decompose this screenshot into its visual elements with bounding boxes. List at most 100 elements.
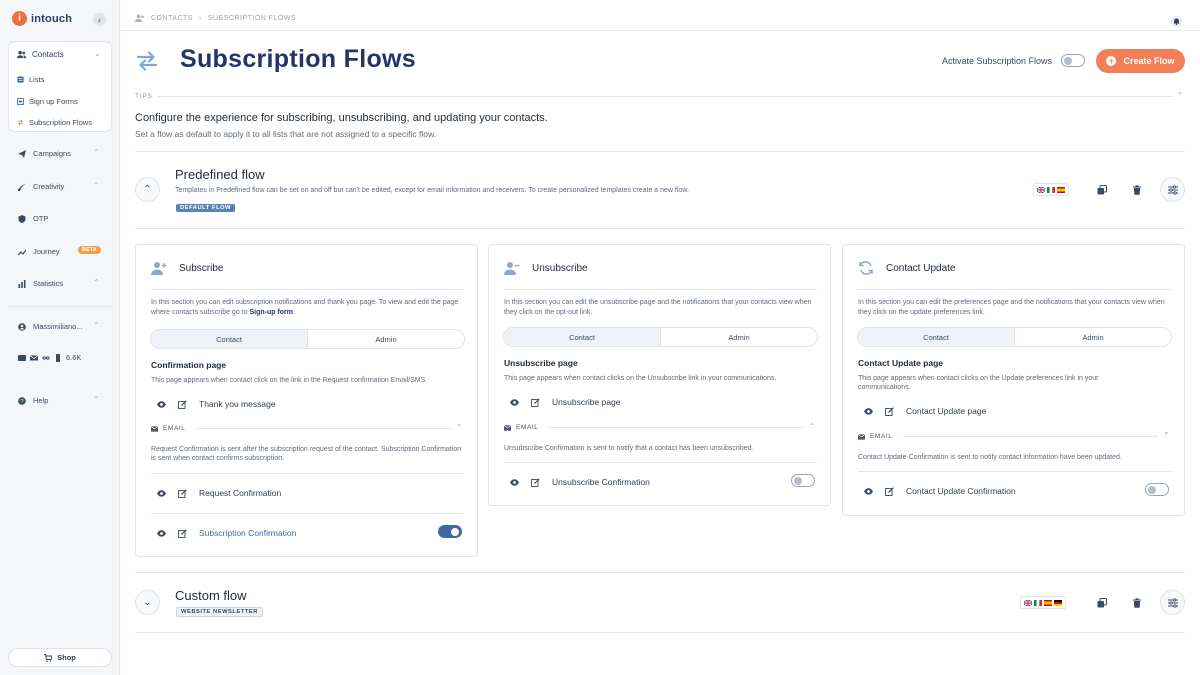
tips-divider	[158, 96, 1173, 97]
tab-contact[interactable]: Contact	[151, 330, 308, 348]
chevron-up-icon[interactable]: ⌃	[1177, 91, 1184, 100]
sidebar-item-credits[interactable]: 6.6K	[18, 353, 81, 362]
logo-icon: i	[12, 11, 27, 26]
sliders-icon	[1167, 597, 1178, 608]
eye-icon[interactable]	[864, 487, 873, 496]
trash-icon[interactable]	[1132, 598, 1142, 608]
sidebar-item-label: Journey	[33, 247, 60, 256]
sidebar-item-contacts[interactable]: Contacts	[17, 50, 64, 59]
custom-flow-title: Custom flow	[175, 588, 247, 603]
chevron-up-icon[interactable]: ⌃	[809, 422, 816, 431]
tab-contact[interactable]: Contact	[504, 328, 661, 346]
sidebar-item-statistics[interactable]: Statistics	[18, 279, 63, 288]
chevron-down-icon: ⌄	[143, 597, 152, 608]
edit-icon[interactable]	[531, 477, 540, 487]
infinity-icon	[42, 355, 50, 360]
eye-icon[interactable]	[510, 398, 519, 407]
chevron-up-icon[interactable]: ⌃	[1163, 431, 1170, 440]
flag-it-icon	[1034, 599, 1042, 606]
language-flags[interactable]	[1033, 183, 1069, 196]
sidebar-item-account[interactable]: Massimiliano...	[18, 322, 83, 331]
tips-label: TIPS	[135, 93, 153, 100]
chevron-up-icon[interactable]: ⌃	[93, 395, 100, 404]
sidebar-item-label: Campaigns	[33, 149, 71, 158]
collapse-flow-button[interactable]: ⌃	[135, 177, 160, 202]
contact-update-page-title: Contact Update page	[858, 358, 944, 368]
unsubscribe-confirmation-toggle[interactable]	[791, 474, 815, 487]
subscription-confirmation-toggle[interactable]	[438, 525, 462, 538]
audience-tabs: Contact Admin	[503, 327, 818, 347]
form-icon	[17, 98, 24, 105]
sidebar-subitem-lists[interactable]: Lists	[17, 75, 44, 84]
tab-contact[interactable]: Contact	[858, 328, 1015, 346]
eye-icon[interactable]	[510, 478, 519, 487]
item-label: Request Confirmation	[199, 488, 282, 498]
list-badge: WEBSITE NEWSLETTER	[176, 607, 263, 617]
logo[interactable]: i intouch	[12, 11, 72, 26]
eye-icon[interactable]	[157, 529, 166, 538]
chevron-up-icon[interactable]: ⌃	[93, 321, 100, 330]
eye-icon[interactable]	[157, 489, 166, 498]
eye-icon[interactable]	[864, 407, 873, 416]
language-flags[interactable]	[1020, 596, 1066, 609]
signup-form-link[interactable]: Sign-up form	[249, 309, 293, 316]
email-label-text: EMAIL	[516, 424, 539, 431]
card-description: In this section you can edit subscriptio…	[151, 298, 466, 318]
phone-icon	[56, 353, 60, 362]
subscribe-card: Subscribe In this section you can edit s…	[135, 244, 478, 557]
toggle-knob	[451, 528, 459, 536]
confirmation-page-description: This page appears when contact click on …	[151, 377, 428, 384]
edit-icon[interactable]	[178, 399, 187, 409]
chevron-up-icon[interactable]: ⌃	[456, 423, 463, 432]
toggle-knob	[794, 477, 802, 485]
chevron-down-icon[interactable]: ⌄	[94, 49, 101, 58]
flag-es-icon	[1057, 186, 1065, 193]
tab-admin[interactable]: Admin	[1015, 328, 1171, 346]
card-divider	[504, 289, 817, 290]
item-label: Subscription Confirmation	[199, 528, 297, 538]
sidebar-item-otp[interactable]: OTP	[18, 214, 48, 223]
flow-settings-button[interactable]	[1160, 590, 1185, 615]
card-title: Subscribe	[179, 263, 224, 274]
edit-icon[interactable]	[178, 528, 187, 538]
collapse-sidebar-button[interactable]: ‹	[93, 13, 106, 26]
edit-icon[interactable]	[531, 397, 540, 407]
tab-admin[interactable]: Admin	[661, 328, 817, 346]
email-section-label: EMAIL	[858, 433, 893, 440]
unsubscribe-card: Unsubscribe In this section you can edit…	[488, 244, 831, 506]
contact-update-page-description: This page appears when contact clicks on…	[858, 375, 1099, 391]
trash-icon[interactable]	[1132, 185, 1142, 195]
chevron-up-icon[interactable]: ⌃	[93, 181, 100, 190]
contact-update-confirmation-toggle[interactable]	[1145, 483, 1169, 496]
activate-flows-toggle[interactable]	[1061, 54, 1085, 67]
chevron-up-icon[interactable]: ⌃	[93, 278, 100, 287]
create-flow-button[interactable]: + Create Flow	[1096, 49, 1185, 73]
flow-settings-button[interactable]	[1160, 177, 1185, 202]
default-flow-badge: DEFAULT FLOW	[176, 204, 235, 212]
item-label: Contact Update page	[906, 406, 987, 416]
card-description-end: .	[293, 309, 295, 316]
sidebar-item-help[interactable]: ? Help	[18, 396, 48, 405]
duplicate-icon[interactable]	[1097, 598, 1107, 608]
edit-icon[interactable]	[885, 486, 894, 496]
edit-icon[interactable]	[178, 488, 187, 498]
sidebar-item-journey[interactable]: Journey	[18, 247, 60, 256]
chevron-up-icon[interactable]: ⌃	[93, 148, 100, 157]
predefined-flow-description: Templates in Predefined flow can be set …	[175, 187, 689, 194]
sidebar-subitem-signup-forms[interactable]: Sign up Forms	[17, 97, 78, 106]
unsubscribe-page-row: Unsubscribe page	[510, 397, 621, 407]
card-title: Unsubscribe	[532, 263, 588, 274]
sidebar-subitem-subscription-flows[interactable]: Subscription Flows	[17, 118, 92, 127]
sidebar-item-creativity[interactable]: Creativity	[18, 182, 64, 191]
duplicate-icon[interactable]	[1097, 185, 1107, 195]
contacts-nav-group: Contacts ⌄ Lists Sign up Forms Subscript…	[8, 41, 112, 132]
shop-button[interactable]: Shop	[8, 648, 112, 667]
flag-it-icon	[1047, 186, 1055, 193]
edit-icon[interactable]	[885, 406, 894, 416]
notifications-button[interactable]	[1171, 16, 1182, 27]
tab-admin[interactable]: Admin	[308, 330, 464, 348]
breadcrumb-root[interactable]: CONTACTS	[151, 15, 193, 22]
expand-flow-button[interactable]: ⌄	[135, 590, 160, 615]
eye-icon[interactable]	[157, 400, 166, 409]
sidebar-item-campaigns[interactable]: Campaigns	[18, 149, 71, 158]
